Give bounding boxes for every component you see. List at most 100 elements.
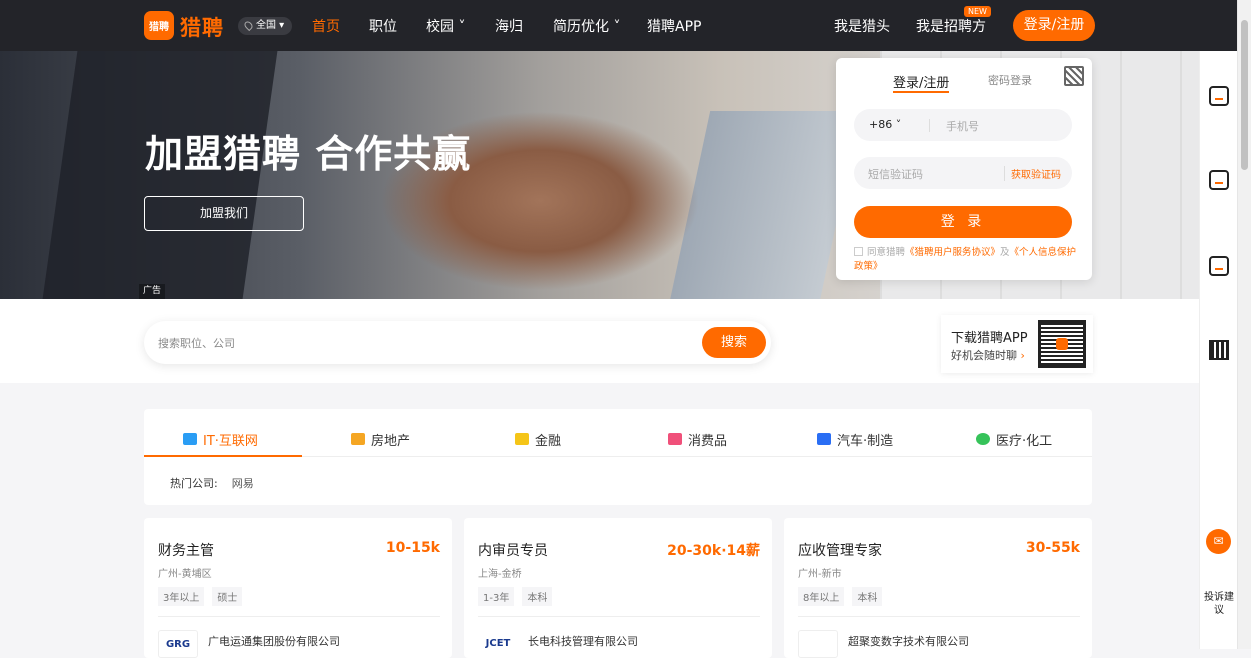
agree-checkbox[interactable] <box>854 247 863 256</box>
nav-home[interactable]: 首页 <box>312 16 340 36</box>
nav-campus[interactable]: 校园 ˅ <box>426 16 465 36</box>
favorite-icon[interactable] <box>1209 256 1229 276</box>
company-name[interactable]: 长电科技管理有限公司 <box>528 633 638 649</box>
chat-icon[interactable]: ✉ <box>1206 529 1231 554</box>
tab-password-login[interactable]: 密码登录 <box>988 72 1032 88</box>
tab-consumer[interactable]: 消费品 <box>668 423 727 455</box>
industry-panel: IT·互联网 房地产 金融 消费品 汽车·制造 医疗·化工 热门公司: 网易 <box>144 409 1092 505</box>
coin-icon <box>515 433 529 445</box>
wrench-icon <box>817 433 831 445</box>
join-us-button[interactable]: 加盟我们 <box>144 196 304 231</box>
login-submit-button[interactable]: 登 录 <box>854 206 1072 238</box>
city-selector[interactable]: 全国 ▾ <box>238 17 293 35</box>
phone-field[interactable]: +86 ˅ 手机号 <box>854 109 1072 141</box>
agree-prefix: 同意猎聘 <box>867 247 906 258</box>
app-qr-code-icon <box>1038 320 1086 368</box>
nav-resume[interactable]: 简历优化 ˅ <box>553 16 620 36</box>
company-logo: JCET <box>478 630 518 658</box>
app-download-box[interactable]: 下载猎聘APP 好机会随时聊 › <box>941 315 1093 373</box>
country-code-select[interactable]: +86 ˅ <box>869 118 901 131</box>
tab-label: 消费品 <box>688 433 728 449</box>
tab-sms-login[interactable]: 登录/注册 <box>893 72 950 93</box>
agree-and: 及 <box>1000 247 1010 258</box>
code-field[interactable]: 短信验证码 获取验证码 <box>854 157 1072 189</box>
tab-label: IT·互联网 <box>203 433 258 449</box>
job-location: 广州-黄埔区 <box>158 569 212 580</box>
qr-code-icon[interactable] <box>1209 340 1229 360</box>
job-card[interactable]: 应收管理专家 30-55k 广州-新市 8年以上 本科 超聚变数字技术有限公司 <box>784 518 1092 658</box>
scrollbar-thumb[interactable] <box>1241 20 1248 170</box>
tab-label: 医疗·化工 <box>996 433 1053 449</box>
job-salary: 10-15k <box>385 540 440 556</box>
tab-label: 房地产 <box>371 433 411 449</box>
hot-company-link[interactable]: 网易 <box>232 477 254 490</box>
search-input[interactable]: 搜索职位、公司 <box>158 335 235 351</box>
arrow-right-icon: › <box>1020 349 1025 362</box>
job-salary: 20-30k·14薪 <box>667 543 760 559</box>
job-tag: 1-3年 <box>478 587 515 606</box>
logo-icon[interactable]: 猎聘 <box>144 11 174 40</box>
resume-icon[interactable] <box>1209 170 1229 190</box>
city-label: 全国 <box>256 20 276 31</box>
ad-label: 广告 <box>139 284 166 299</box>
job-location: 广州-新市 <box>798 569 842 580</box>
tab-medical-chemical[interactable]: 医疗·化工 <box>976 423 1052 455</box>
app-download-subtitle: 好机会随时聊 › <box>951 347 1025 363</box>
app-download-title: 下载猎聘APP <box>951 331 1028 346</box>
company-logo: GRG <box>158 630 198 658</box>
login-register-button[interactable]: 登录/注册 <box>1013 10 1095 41</box>
bag-icon <box>668 433 682 445</box>
job-tag: 硕士 <box>212 587 243 606</box>
search-button[interactable]: 搜索 <box>702 327 766 358</box>
login-panel: 登录/注册 密码登录 +86 ˅ 手机号 短信验证码 获取验证码 登 录 同意猎… <box>836 58 1092 280</box>
company-name[interactable]: 超聚变数字技术有限公司 <box>848 633 969 649</box>
tab-label: 金融 <box>535 433 562 449</box>
company-name[interactable]: 广电运通集团股份有限公司 <box>208 633 340 649</box>
country-code-value: +86 <box>869 118 893 131</box>
right-sidebar: ✉ 投诉建议 <box>1199 51 1237 649</box>
job-tag: 本科 <box>522 587 553 606</box>
message-icon[interactable] <box>1209 86 1229 106</box>
job-tag: 8年以上 <box>798 587 845 606</box>
tab-label: 汽车·制造 <box>837 433 894 449</box>
qr-login-icon[interactable] <box>1064 66 1084 86</box>
nav-jobs[interactable]: 职位 <box>369 16 397 36</box>
job-title: 应收管理专家 <box>798 543 882 559</box>
job-card[interactable]: 财务主管 10-15k 广州-黄埔区 3年以上 硕士 GRG 广电运通集团股份有限… <box>144 518 452 658</box>
app-download-subtitle-text: 好机会随时聊 <box>951 349 1017 362</box>
tab-it-internet[interactable]: IT·互联网 <box>183 423 258 455</box>
monitor-icon <box>183 433 197 445</box>
tab-auto-manufacturing[interactable]: 汽车·制造 <box>817 423 893 455</box>
field-divider <box>929 119 930 132</box>
agreement-text: 同意猎聘《猎聘用户服务协议》及《个人信息保护政策》 <box>854 246 1079 274</box>
nav-overseas[interactable]: 海归 <box>495 16 523 36</box>
tab-finance[interactable]: 金融 <box>515 423 561 455</box>
location-pin-icon <box>242 19 255 32</box>
card-divider <box>158 616 440 617</box>
job-salary: 30-55k <box>1025 540 1080 556</box>
job-location: 上海-金桥 <box>478 569 522 580</box>
scrollbar[interactable] <box>1237 0 1251 649</box>
phone-input[interactable]: 手机号 <box>946 118 979 134</box>
recruiter-link[interactable]: 我是招聘方 <box>916 16 986 36</box>
get-code-button[interactable]: 获取验证码 <box>1004 166 1061 181</box>
company-logo <box>798 630 838 658</box>
service-agreement-link[interactable]: 《猎聘用户服务协议》 <box>905 247 1000 258</box>
search-box[interactable]: 搜索职位、公司 搜索 <box>144 321 771 364</box>
active-tab-indicator <box>144 455 302 457</box>
house-icon <box>351 433 365 445</box>
job-tag: 3年以上 <box>158 587 205 606</box>
tab-real-estate[interactable]: 房地产 <box>351 423 410 455</box>
job-tag: 本科 <box>852 587 883 606</box>
headhunter-link[interactable]: 我是猎头 <box>834 16 890 36</box>
nav-app[interactable]: 猎聘APP <box>647 16 701 36</box>
top-nav: 猎聘 猎聘 全国 ▾ 首页 职位 校园 ˅ 海归 简历优化 ˅ 猎聘APP 我是… <box>0 0 1237 51</box>
card-divider <box>478 616 760 617</box>
flask-icon <box>976 433 990 445</box>
card-divider <box>798 616 1080 617</box>
job-card[interactable]: 内审员专员 20-30k·14薪 上海-金桥 1-3年 本科 JCET 长电科技管… <box>464 518 772 658</box>
new-badge: NEW <box>964 6 991 17</box>
logo-text[interactable]: 猎聘 <box>180 12 224 42</box>
feedback-link[interactable]: 投诉建议 <box>1200 591 1238 617</box>
sms-code-input[interactable]: 短信验证码 <box>868 166 923 182</box>
